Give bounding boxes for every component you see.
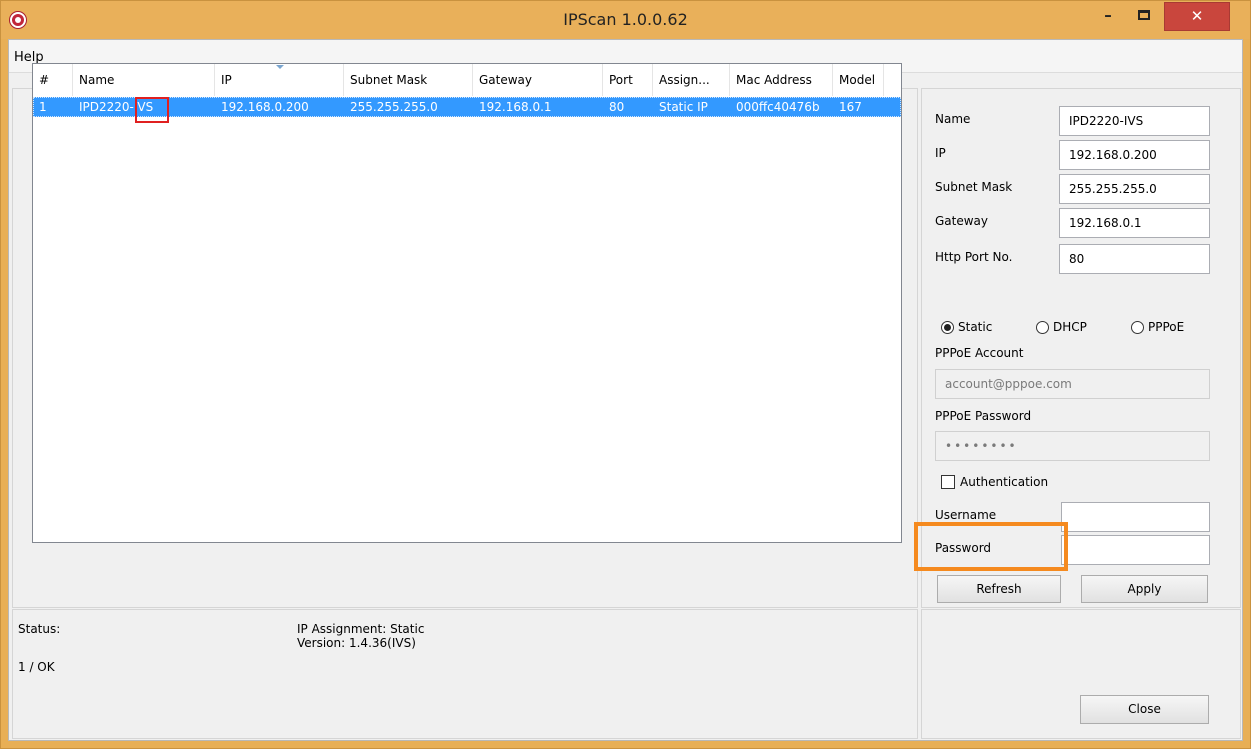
refresh-highlight-annotation — [914, 522, 1068, 571]
title-bar[interactable]: IPScan 1.0.0.62 – ✕ — [1, 1, 1250, 39]
apply-button[interactable]: Apply — [1081, 575, 1208, 603]
http-port-field[interactable]: 80 — [1059, 244, 1210, 274]
subnet-mask-field[interactable]: 255.255.255.0 — [1059, 174, 1210, 204]
name-field[interactable]: IPD2220-IVS — [1059, 106, 1210, 136]
username-field[interactable] — [1061, 502, 1210, 532]
row-ip-cell: 192.168.0.200 — [221, 100, 309, 114]
name-label: Name — [935, 112, 971, 126]
device-list[interactable]: # Name IP Subnet Mask Gateway Port Assig… — [32, 63, 902, 543]
static-radio[interactable] — [941, 321, 954, 334]
status-panel: Status: 1 / OK IP Assignment: Static Ver… — [12, 609, 918, 739]
app-window: IPScan 1.0.0.62 – ✕ Help Status: 1 / OK … — [0, 0, 1251, 749]
static-radio-label: Static — [958, 320, 993, 334]
pppoe-password-label: PPPoE Password — [935, 409, 1032, 423]
gateway-field[interactable]: 192.168.0.1 — [1059, 208, 1210, 238]
subnet-mask-label: Subnet Mask — [935, 180, 1013, 194]
close-button[interactable]: Close — [1080, 695, 1209, 724]
minimize-button[interactable]: – — [1090, 2, 1126, 31]
bottom-right-panel: Close — [921, 609, 1241, 739]
row-number-cell: 1 — [39, 100, 47, 114]
column-header-port[interactable]: Port — [603, 64, 653, 96]
password-field[interactable] — [1061, 535, 1210, 565]
column-header-subnet-mask[interactable]: Subnet Mask — [344, 64, 473, 96]
window-close-button[interactable]: ✕ — [1164, 2, 1230, 31]
pppoe-password-field: •••••••• — [935, 431, 1210, 461]
status-label: Status: — [18, 622, 61, 636]
status-version: Version: 1.4.36(IVS) — [297, 636, 416, 650]
pppoe-account-field: account@pppoe.com — [935, 369, 1210, 399]
dhcp-radio[interactable] — [1036, 321, 1049, 334]
ip-field[interactable]: 192.168.0.200 — [1059, 140, 1210, 170]
status-ip-assignment: IP Assignment: Static — [297, 622, 425, 636]
column-header-number[interactable]: # — [33, 64, 73, 96]
pppoe-radio[interactable] — [1131, 321, 1144, 334]
column-header-name[interactable]: Name — [73, 64, 215, 96]
refresh-button[interactable]: Refresh — [937, 575, 1061, 603]
column-header-gateway[interactable]: Gateway — [473, 64, 603, 96]
maximize-button[interactable] — [1126, 2, 1162, 31]
authentication-label: Authentication — [960, 475, 1049, 489]
name-highlight-annotation — [135, 97, 169, 123]
row-port-cell: 80 — [609, 100, 625, 114]
row-model-cell: 167 — [839, 100, 862, 114]
ip-label: IP — [935, 146, 946, 160]
dhcp-radio-label: DHCP — [1053, 320, 1087, 334]
username-label: Username — [935, 508, 997, 522]
list-header: # Name IP Subnet Mask Gateway Port Assig… — [33, 64, 901, 96]
pppoe-account-label: PPPoE Account — [935, 346, 1024, 360]
row-assignment-cell: Static IP — [659, 100, 708, 114]
row-gateway-cell: 192.168.0.1 — [479, 100, 552, 114]
maximize-icon — [1138, 10, 1150, 20]
pppoe-radio-label: PPPoE — [1148, 320, 1185, 334]
column-header-mac-address[interactable]: Mac Address — [730, 64, 833, 96]
window-title: IPScan 1.0.0.62 — [563, 10, 688, 29]
row-mac-address-cell: 000ffc40476b — [736, 100, 820, 114]
authentication-checkbox[interactable] — [941, 475, 955, 489]
column-header-model[interactable]: Model — [833, 64, 884, 96]
status-count: 1 / OK — [18, 660, 55, 674]
http-port-label: Http Port No. — [935, 250, 1013, 264]
gateway-label: Gateway — [935, 214, 989, 228]
column-header-assignment[interactable]: Assign... — [653, 64, 730, 96]
row-subnet-mask-cell: 255.255.255.0 — [350, 100, 438, 114]
sort-indicator-icon — [276, 65, 284, 69]
